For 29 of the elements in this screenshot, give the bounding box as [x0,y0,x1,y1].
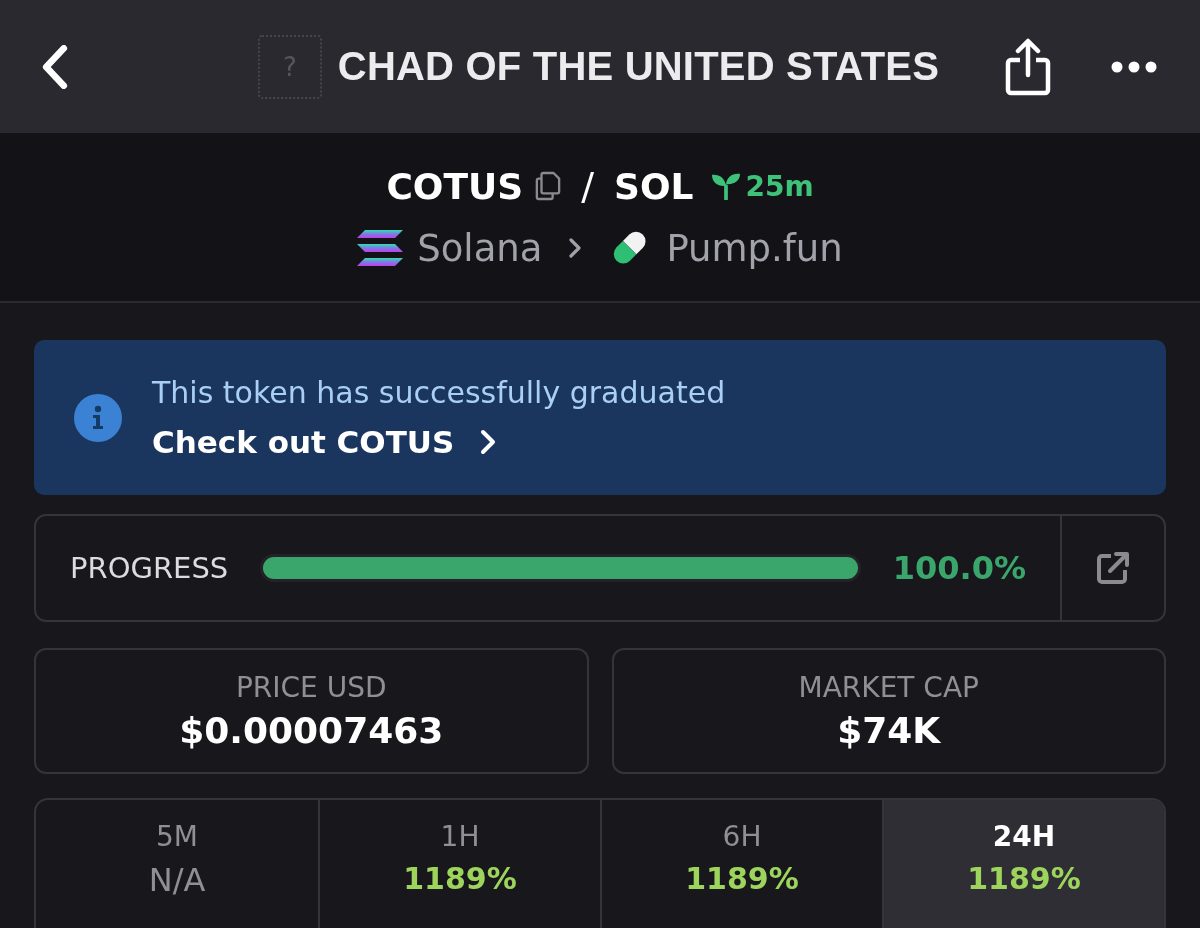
share-icon[interactable] [1005,37,1051,96]
timeframe-tab[interactable]: 5M N/A [36,800,318,928]
sprout-icon [711,172,742,200]
progress-value: 100.0% [892,549,1026,587]
banner-message: This token has successfully graduated [152,375,726,410]
pair-separator: / [581,164,594,208]
chevron-icon [568,237,583,259]
chain-logo-icon [357,230,404,266]
back-icon[interactable] [40,44,70,89]
chain-name[interactable]: Solana [417,226,543,270]
token-title: CHAD OF THE UNITED STATES [337,44,940,89]
check-out-link[interactable]: Check out COTUS [152,424,497,460]
timeframe-tab[interactable]: 24H 1189% [882,800,1164,928]
pair-age: 25m [745,169,814,203]
timeframe-tab[interactable]: 1H 1189% [318,800,600,928]
stat-value: $0.00007463 [179,710,444,751]
question-mark: ? [282,53,297,80]
copy-icon[interactable] [535,171,562,201]
dex-name[interactable]: Pump.fun [666,226,843,270]
more-icon[interactable] [1111,60,1157,73]
info-icon [74,393,122,442]
quote-symbol: SOL [613,165,694,207]
stat-label: PRICE USD [235,671,387,704]
stat-value: $74K [837,710,941,751]
chevron-icon [480,429,497,455]
external-link-icon [1096,551,1130,585]
base-symbol: COTUS [386,165,524,207]
stat-label: MARKET CAP [798,671,979,704]
progress-label: PROGRESS [70,551,229,585]
